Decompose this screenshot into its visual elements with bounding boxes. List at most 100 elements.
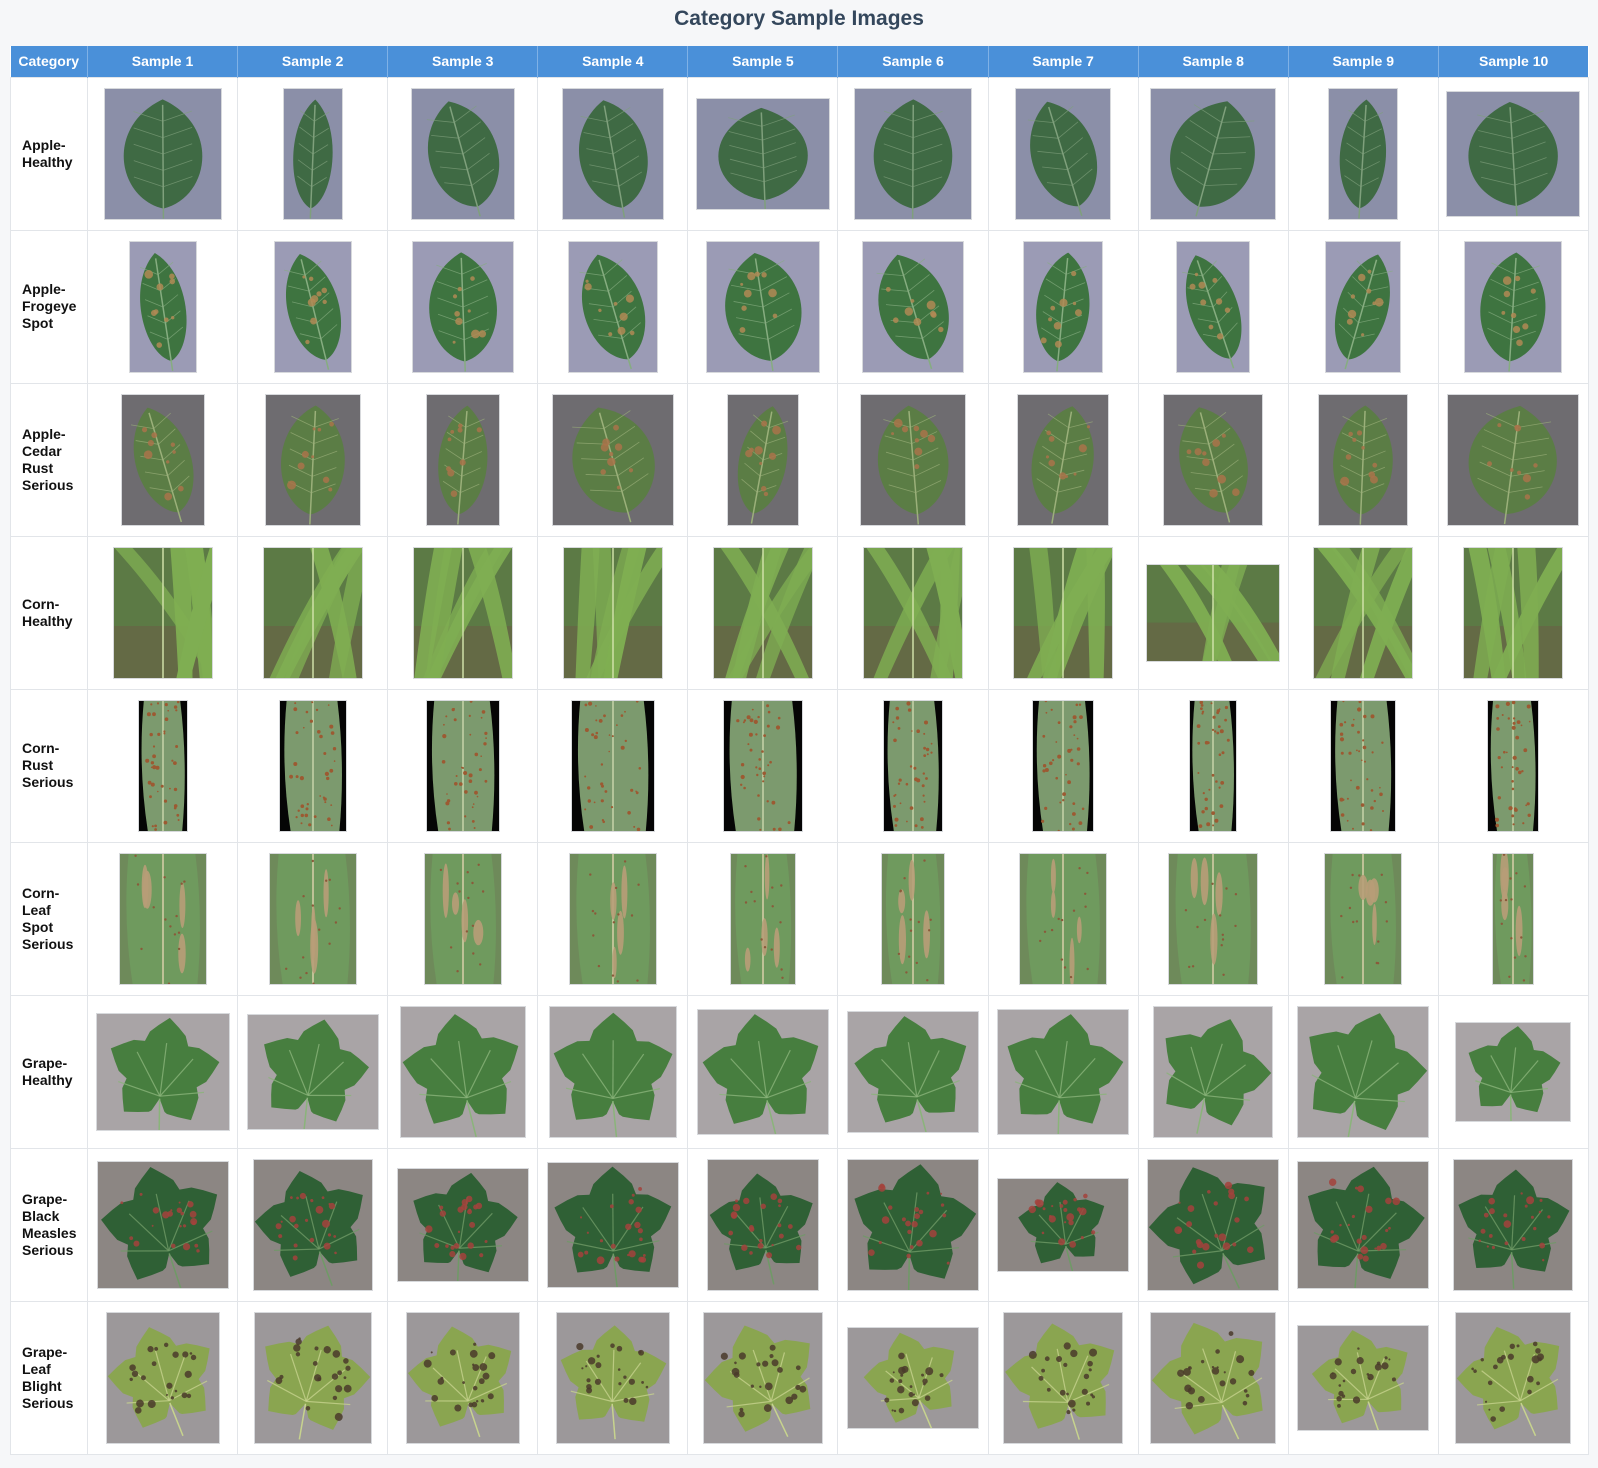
sample-image[interactable]	[860, 393, 967, 526]
sample-image[interactable]	[722, 699, 803, 832]
sample-image[interactable]	[262, 546, 363, 679]
sample-image[interactable]	[726, 393, 799, 526]
sample-image[interactable]	[729, 852, 796, 985]
sample-image[interactable]	[412, 546, 513, 679]
sample-image[interactable]	[1147, 1158, 1280, 1291]
sample-image[interactable]	[1153, 1005, 1274, 1138]
sample-image[interactable]	[847, 1010, 980, 1133]
sample-image[interactable]	[410, 87, 515, 220]
sample-image[interactable]	[1176, 240, 1251, 373]
sample-image[interactable]	[706, 1158, 819, 1291]
corn-leaf-icon	[730, 853, 795, 984]
sample-image[interactable]	[695, 97, 830, 210]
sample-image[interactable]	[1150, 1311, 1277, 1444]
sample-image[interactable]	[411, 240, 514, 373]
sample-image[interactable]	[696, 1008, 829, 1135]
sample-image[interactable]	[1013, 546, 1114, 679]
sample-image[interactable]	[1189, 699, 1238, 832]
sample-image[interactable]	[1455, 1311, 1572, 1444]
sample-image[interactable]	[1318, 393, 1409, 526]
sample-image[interactable]	[1313, 546, 1414, 679]
sample-image[interactable]	[705, 240, 820, 373]
sample-image[interactable]	[120, 393, 205, 526]
sample-image[interactable]	[1453, 1158, 1574, 1291]
sample-image[interactable]	[95, 1012, 230, 1131]
sample-image[interactable]	[399, 1005, 526, 1138]
sample-image[interactable]	[997, 1008, 1130, 1135]
sample-image[interactable]	[1297, 1005, 1430, 1138]
sample-cell	[537, 76, 689, 231]
sample-image[interactable]	[1325, 240, 1402, 373]
sample-image[interactable]	[862, 240, 965, 373]
sample-image[interactable]	[268, 852, 357, 985]
sample-image[interactable]	[423, 852, 502, 985]
category-label-line: Measles	[22, 1224, 77, 1241]
sample-image[interactable]	[282, 87, 343, 220]
apple-leaf-icon	[1447, 91, 1580, 216]
sample-image[interactable]	[1487, 699, 1540, 832]
sample-image[interactable]	[1163, 393, 1264, 526]
sample-image[interactable]	[118, 852, 207, 985]
sample-cell	[1437, 229, 1589, 384]
sample-image[interactable]	[264, 393, 361, 526]
sample-image[interactable]	[1297, 1324, 1430, 1431]
sample-image[interactable]	[712, 546, 813, 679]
sample-image[interactable]	[273, 240, 352, 373]
sample-image[interactable]	[561, 87, 664, 220]
sample-image[interactable]	[278, 699, 347, 832]
sample-image[interactable]	[1023, 240, 1104, 373]
sample-image[interactable]	[997, 1177, 1130, 1272]
sample-image[interactable]	[555, 1311, 670, 1444]
sample-image[interactable]	[881, 852, 946, 985]
sample-image[interactable]	[568, 852, 657, 985]
sample-image[interactable]	[702, 1311, 823, 1444]
sample-image[interactable]	[425, 699, 500, 832]
sample-cell	[237, 382, 389, 537]
sample-image[interactable]	[112, 546, 213, 679]
sample-image[interactable]	[1017, 393, 1110, 526]
sample-image[interactable]	[883, 699, 944, 832]
sample-image[interactable]	[105, 1311, 220, 1444]
sample-image[interactable]	[551, 393, 674, 526]
sample-image[interactable]	[1297, 1160, 1430, 1289]
sample-image[interactable]	[396, 1167, 529, 1282]
sample-image[interactable]	[1015, 87, 1112, 220]
sample-image[interactable]	[253, 1311, 372, 1444]
sample-image[interactable]	[1019, 852, 1108, 985]
sample-image[interactable]	[854, 87, 973, 220]
sample-image[interactable]	[1168, 852, 1259, 985]
sample-cell	[1137, 1300, 1289, 1455]
sample-image[interactable]	[96, 1160, 229, 1289]
sample-cell	[86, 994, 239, 1149]
sample-image[interactable]	[246, 1013, 379, 1130]
sample-image[interactable]	[1150, 87, 1277, 220]
sample-image[interactable]	[1330, 699, 1397, 832]
sample-image[interactable]	[137, 699, 188, 832]
sample-image[interactable]	[405, 1311, 520, 1444]
sample-image[interactable]	[863, 546, 964, 679]
sample-image[interactable]	[562, 546, 663, 679]
sample-image[interactable]	[1492, 852, 1535, 985]
sample-image[interactable]	[546, 1161, 679, 1288]
apple-leaf-icon	[1016, 88, 1111, 219]
sample-image[interactable]	[1455, 1021, 1572, 1122]
sample-image[interactable]	[1328, 87, 1399, 220]
sample-image[interactable]	[1446, 90, 1581, 217]
sample-image[interactable]	[548, 1005, 677, 1138]
sample-image[interactable]	[1146, 563, 1281, 662]
sample-image[interactable]	[847, 1326, 980, 1429]
sample-image[interactable]	[1463, 546, 1564, 679]
apple-leaf-icon	[706, 241, 819, 372]
sample-image[interactable]	[1447, 393, 1580, 526]
sample-image[interactable]	[847, 1158, 980, 1291]
sample-image[interactable]	[1324, 852, 1403, 985]
sample-image[interactable]	[425, 393, 500, 526]
sample-image[interactable]	[1464, 240, 1563, 373]
sample-image[interactable]	[1032, 699, 1095, 832]
sample-image[interactable]	[570, 699, 655, 832]
sample-image[interactable]	[567, 240, 658, 373]
sample-image[interactable]	[1003, 1311, 1124, 1444]
sample-image[interactable]	[103, 87, 222, 220]
sample-image[interactable]	[128, 240, 197, 373]
sample-image[interactable]	[252, 1158, 373, 1291]
